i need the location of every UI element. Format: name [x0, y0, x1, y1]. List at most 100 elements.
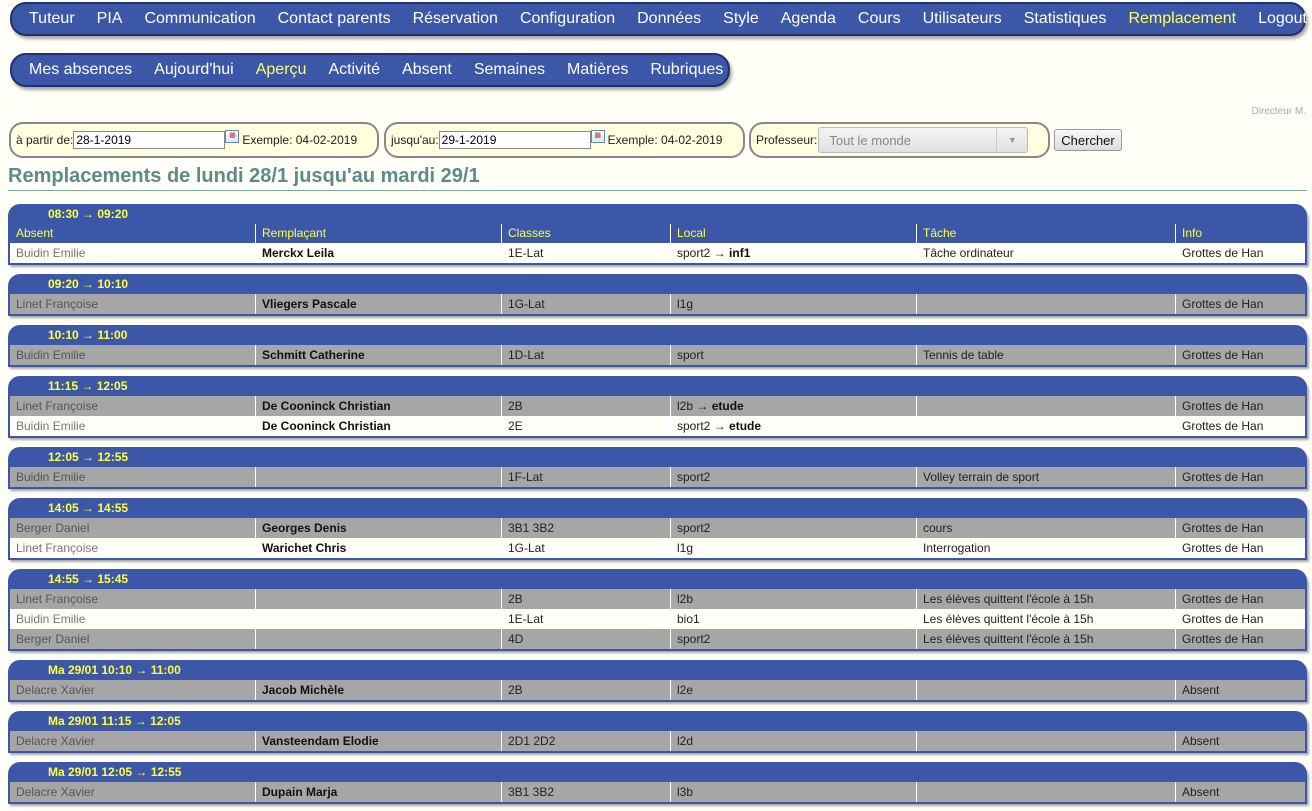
time-slot-header: 11:15 → 12:05 [8, 376, 1307, 396]
time-block: Ma 29/01 12:05 → 12:55 Delacre Xavier Dupa… [8, 762, 1307, 804]
time-slot-header: 10:10 → 11:00 [8, 325, 1307, 345]
nav-item-communication[interactable]: Communication [133, 10, 266, 28]
column-header-remplacant: Remplaçant [256, 224, 502, 243]
table-row[interactable]: Delacre Xavier Dupain Marja 3B1 3B2 l3b Abse… [10, 782, 1305, 802]
table-row[interactable]: Buidin Emilie Merckx Leila 1E-Lat sport2 → … [10, 243, 1305, 263]
nav-item-statistiques[interactable]: Statistiques [1013, 10, 1118, 28]
nav-item-pia[interactable]: PIA [86, 10, 134, 28]
replacement-cell [256, 589, 502, 609]
from-date-group: à partir de: ▦ Exemple: 04-02-2019 [9, 122, 379, 158]
subnav-item-rubriques[interactable]: Rubriques [639, 61, 734, 79]
user-label: Directeur M. [1251, 106, 1306, 117]
subnav-item-matieres[interactable]: Matières [556, 61, 639, 79]
task-cell: Les élèves quittent l'école à 15h [917, 589, 1176, 609]
to-date-input[interactable] [438, 131, 591, 149]
absent-cell: Delacre Xavier [10, 782, 256, 802]
page-title: Remplacements de lundi 28/1 jusqu'au mar… [8, 165, 480, 187]
info-cell: Grottes de Han [1182, 419, 1264, 433]
nav-item-logout[interactable]: Logout [1247, 10, 1312, 28]
calendar-icon[interactable]: ▦ [590, 129, 605, 143]
nav-item-tuteur[interactable]: Tuteur [18, 10, 86, 28]
time-slot-header: Ma 29/01 11:15 → 12:05 [8, 711, 1307, 731]
replacement-cell: Merckx Leila [256, 243, 502, 263]
subnav-item-activite[interactable]: Activité [317, 61, 391, 79]
nav-item-reservation[interactable]: Réservation [402, 10, 509, 28]
table-row[interactable]: Delacre Xavier Vansteendam Elodie 2D1 2D2 l… [10, 731, 1305, 751]
time-block: Ma 29/01 11:15 → 12:05 Delacre Xavier Vans… [8, 711, 1307, 753]
local-cell: l1g [671, 294, 917, 314]
local-from: l1g [677, 541, 694, 555]
local-cell: l1g [671, 538, 917, 558]
task-cell: Les élèves quittent l'école à 15h [917, 609, 1176, 629]
table-row[interactable]: Buidin Emilie Schmitt Catherine 1D-Lat spor… [10, 345, 1305, 365]
subnav-item-mes-absences[interactable]: Mes absences [18, 61, 143, 79]
classes-cell: 1E-Lat [502, 609, 671, 629]
absent-cell: Buidin Emilie [10, 345, 256, 365]
local-from: l1g [677, 297, 694, 311]
classes-cell: 4D [502, 629, 671, 649]
local-from: l3b [677, 785, 694, 799]
task-cell: Tennis de table [917, 345, 1176, 365]
nav-item-configuration[interactable]: Configuration [509, 10, 626, 28]
local-cell: l2d [671, 731, 917, 751]
time-block: Ma 29/01 10:10 → 11:00 Delacre Xavier Jaco… [8, 660, 1307, 702]
classes-cell: 2B [502, 680, 671, 700]
local-from: sport2 [677, 419, 711, 433]
table-row[interactable]: Linet Françoise Warichet Chris 1G-Lat l1g In… [10, 538, 1305, 558]
task-cell [917, 680, 1176, 700]
task-cell [917, 294, 1176, 314]
subnav-item-semaines[interactable]: Semaines [463, 61, 556, 79]
absent-cell: Buidin Emilie [10, 243, 256, 263]
table-row[interactable]: Buidin Emilie 1F-Lat sport2 Volley terrain … [10, 467, 1305, 487]
replacement-cell [256, 609, 502, 629]
local-cell: sport2 [671, 518, 917, 538]
subnav-item-aujourd-hui[interactable]: Aujourd'hui [143, 61, 245, 79]
absent-cell: Berger Daniel [10, 629, 256, 649]
calendar-icon[interactable]: ▦ [225, 129, 240, 143]
subnav-item-absent[interactable]: Absent [391, 61, 463, 79]
nav-item-cours[interactable]: Cours [847, 10, 912, 28]
subnav-item-apercu[interactable]: Aperçu [245, 61, 318, 79]
absent-cell: Buidin Emilie [10, 609, 256, 629]
local-from: sport [677, 348, 704, 362]
replacement-cell: Dupain Marja [256, 782, 502, 802]
table-row[interactable]: Buidin Emilie 1E-Lat bio1 Les élèves quitte… [10, 609, 1305, 629]
table-row[interactable]: Berger Daniel Georges Denis 3B1 3B2 sport2 c… [10, 518, 1305, 538]
table-row[interactable]: Buidin Emilie De Cooninck Christian 2E spor… [10, 416, 1305, 436]
table-row[interactable]: Linet Françoise 2B l2b Les élèves quittent … [10, 589, 1305, 609]
local-cell: sport2 → etude [671, 416, 917, 436]
task-cell: Volley terrain de sport [917, 467, 1176, 487]
local-to: inf1 [729, 246, 751, 260]
from-date-input[interactable] [73, 131, 226, 149]
classes-cell: 2E [502, 416, 671, 436]
local-from: sport2 [677, 521, 711, 535]
task-cell [917, 731, 1176, 751]
task-cell: cours [917, 518, 1176, 538]
table-row[interactable]: Linet Françoise Vliegers Pascale 1G-Lat l1g… [10, 294, 1305, 314]
local-cell: l2e [671, 680, 917, 700]
info-cell: Absent [1182, 683, 1220, 697]
nav-item-remplacement[interactable]: Remplacement [1117, 10, 1247, 28]
search-button[interactable]: Chercher [1054, 129, 1122, 151]
nav-item-donnees[interactable]: Données [626, 10, 712, 28]
local-cell: sport2 [671, 629, 917, 649]
local-to: etude [711, 399, 744, 413]
nav-item-utilisateurs[interactable]: Utilisateurs [912, 10, 1013, 28]
table-row[interactable]: Linet Françoise De Cooninck Christian 2B l2… [10, 396, 1305, 416]
professor-select[interactable]: Tout le monde ▼ [818, 127, 1029, 153]
table-row[interactable]: Delacre Xavier Jacob Michèle 2B l2e Absent [10, 680, 1305, 700]
local-cell: l2b → etude [671, 396, 917, 416]
nav-item-style[interactable]: Style [712, 10, 770, 28]
local-from: l2d [677, 734, 694, 748]
replacement-cell [256, 467, 502, 487]
info-cell: Absent [1182, 785, 1220, 799]
replacement-cell: Georges Denis [256, 518, 502, 538]
nav-item-agenda[interactable]: Agenda [770, 10, 847, 28]
table-row[interactable]: Berger Daniel 4D sport2 Les élèves quittent… [10, 629, 1305, 649]
local-from: l2e [677, 683, 694, 697]
time-block: 12:05 → 12:55 Buidin Emilie 1F-Lat sport2 Vo… [8, 447, 1307, 489]
info-cell: Grottes de Han [1182, 632, 1264, 646]
local-from: l2b [677, 399, 694, 413]
nav-item-contact-parents[interactable]: Contact parents [267, 10, 402, 28]
classes-cell: 1E-Lat [502, 243, 671, 263]
